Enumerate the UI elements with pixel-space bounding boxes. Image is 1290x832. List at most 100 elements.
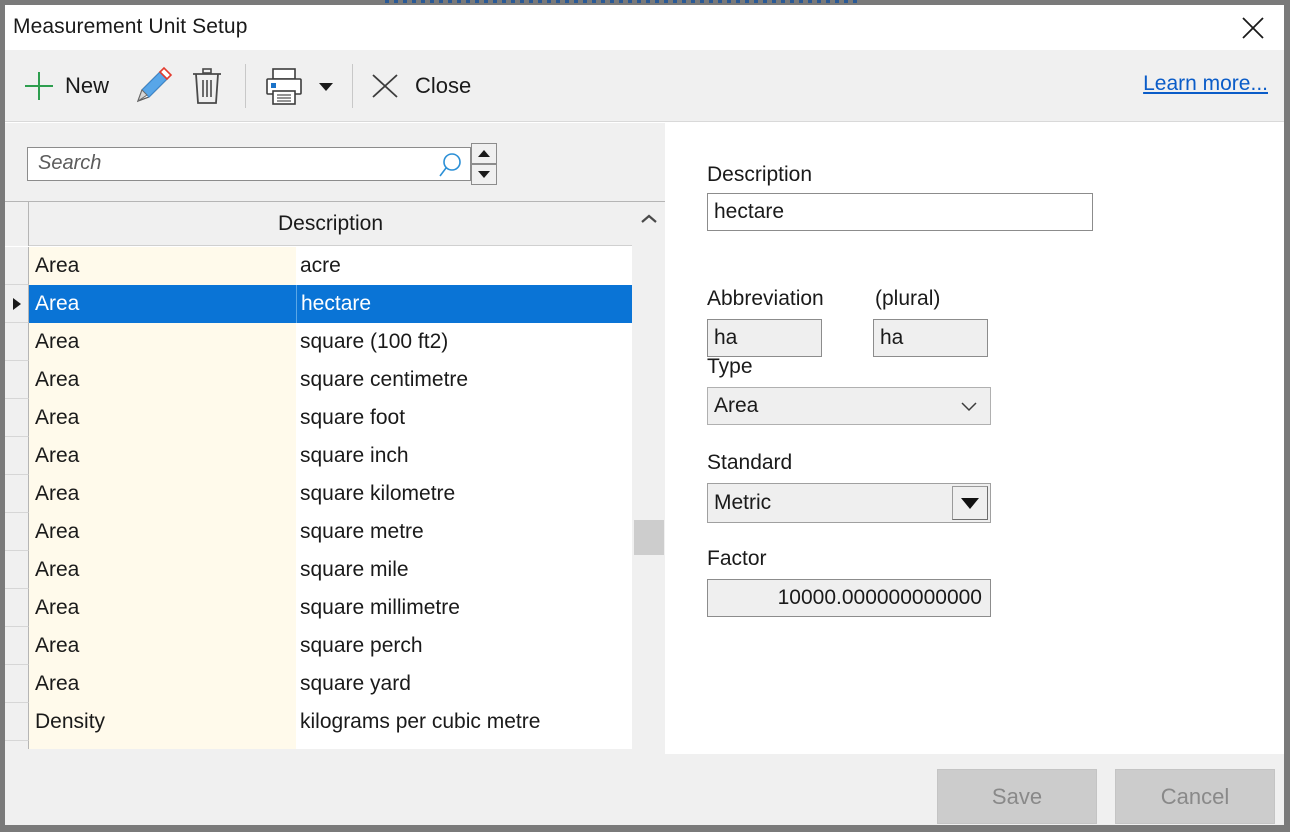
row-header-cell[interactable]	[5, 437, 29, 475]
new-button[interactable]: New	[19, 50, 109, 122]
new-button-label: New	[65, 73, 110, 98]
toolbar-separator-1	[245, 64, 246, 108]
delete-button[interactable]	[185, 50, 229, 122]
row-header-cell[interactable]	[5, 513, 29, 551]
row-header-cell[interactable]	[5, 665, 29, 703]
grid-header: Description	[5, 202, 632, 246]
current-row-marker-icon	[12, 297, 21, 310]
cell-description[interactable]: square (100 ft2)	[296, 323, 632, 361]
grid-vertical-scrollbar[interactable]	[632, 202, 665, 825]
table-row[interactable]: Area square kilometre	[5, 475, 632, 513]
chevron-down-icon	[319, 83, 333, 91]
table-row[interactable]: Area square inch	[5, 437, 632, 475]
cell-description[interactable]: square millimetre	[296, 589, 632, 627]
cell-type[interactable]: Area	[29, 399, 296, 437]
table-row[interactable]: Area square centimetre	[5, 361, 632, 399]
type-dropdown-value: Area	[714, 394, 759, 417]
cell-type[interactable]: Area	[29, 437, 296, 475]
close-icon	[1242, 17, 1264, 39]
plus-icon	[25, 72, 53, 100]
save-button[interactable]: Save	[937, 769, 1097, 824]
factor-field[interactable]: 10000.000000000000	[707, 579, 991, 617]
row-header-cell[interactable]	[5, 703, 29, 741]
background-window-dotted-line	[385, 0, 860, 3]
print-button[interactable]	[261, 50, 307, 122]
row-header-cell[interactable]	[5, 247, 29, 285]
description-field[interactable]: hectare	[707, 193, 1093, 231]
cell-type[interactable]: Area	[29, 513, 296, 551]
table-row[interactable]: Area square foot	[5, 399, 632, 437]
search-input-placeholder: Search	[38, 152, 102, 174]
unit-grid: Description Area acre Area hectare Area squar…	[5, 201, 665, 825]
cell-type[interactable]: Area	[29, 247, 296, 285]
cell-type[interactable]: Area	[29, 323, 296, 361]
table-row[interactable]: Area square yard	[5, 665, 632, 703]
table-row[interactable]: Area hectare	[5, 285, 632, 323]
trash-icon	[193, 68, 221, 104]
row-header-cell[interactable]	[5, 551, 29, 589]
plural-label: (plural)	[875, 287, 941, 310]
cell-description[interactable]: square inch	[296, 437, 632, 475]
close-button[interactable]: Close	[367, 50, 471, 122]
description-label: Description	[707, 163, 813, 186]
table-row[interactable]: Density kilograms per cubic metre	[5, 703, 632, 741]
cell-description[interactable]: square centimetre	[296, 361, 632, 399]
cell-description[interactable]: hectare	[296, 285, 632, 323]
cell-description[interactable]: square yard	[296, 665, 632, 703]
table-row[interactable]: Area square perch	[5, 627, 632, 665]
x-icon	[372, 74, 398, 98]
cell-description[interactable]: kilograms per cubic metre	[296, 703, 632, 741]
dialog-footer: Save Cancel	[665, 754, 1284, 825]
cell-description[interactable]: square kilometre	[296, 475, 632, 513]
search-spinner-down-button[interactable]	[471, 164, 497, 185]
scroll-up-button[interactable]	[632, 202, 665, 236]
abbreviation-field[interactable]: ha	[707, 319, 822, 357]
row-header-cell[interactable]	[5, 285, 29, 323]
edit-button[interactable]	[129, 50, 175, 122]
cell-description[interactable]: square foot	[296, 399, 632, 437]
standard-dropdown[interactable]: Metric	[707, 483, 991, 523]
table-row[interactable]: Area square metre	[5, 513, 632, 551]
row-header-cell[interactable]	[5, 627, 29, 665]
pencil-icon	[136, 66, 173, 103]
column-header-description[interactable]: Description	[29, 202, 632, 246]
search-spinner-up-button[interactable]	[471, 143, 497, 164]
print-dropdown-button[interactable]	[315, 50, 337, 122]
triangle-down-icon	[961, 497, 979, 509]
magnifier-icon[interactable]	[437, 151, 465, 179]
unit-list-panel: Search Description Area acre Area hectar…	[5, 123, 665, 825]
cell-type[interactable]: Density	[29, 703, 296, 741]
table-row[interactable]: Area square mile	[5, 551, 632, 589]
cell-description[interactable]: acre	[296, 247, 632, 285]
cell-description[interactable]: square mile	[296, 551, 632, 589]
type-dropdown[interactable]: Area	[707, 387, 991, 425]
measurement-unit-setup-window: Measurement Unit Setup New Close Learn m…	[0, 0, 1290, 832]
row-header-cell[interactable]	[5, 361, 29, 399]
cell-type[interactable]: Area	[29, 589, 296, 627]
cell-type[interactable]: Area	[29, 551, 296, 589]
cell-description[interactable]: square metre	[296, 513, 632, 551]
cell-type[interactable]: Area	[29, 361, 296, 399]
row-header-cell[interactable]	[5, 399, 29, 437]
cell-type[interactable]: Area	[29, 285, 296, 323]
printer-icon	[266, 68, 302, 105]
close-window-button[interactable]	[1236, 11, 1270, 45]
table-row[interactable]: Area square millimetre	[5, 589, 632, 627]
row-header-cell[interactable]	[5, 475, 29, 513]
cell-type[interactable]: Area	[29, 627, 296, 665]
scrollbar-thumb[interactable]	[634, 520, 664, 555]
title-bar: Measurement Unit Setup	[5, 5, 1284, 50]
table-row[interactable]: Area acre	[5, 247, 632, 285]
cell-description[interactable]: square perch	[296, 627, 632, 665]
cell-type[interactable]: Area	[29, 475, 296, 513]
search-input[interactable]: Search	[27, 147, 471, 181]
row-header-cell[interactable]	[5, 323, 29, 361]
standard-dropdown-button[interactable]	[952, 486, 988, 520]
factor-label: Factor	[707, 547, 767, 570]
cell-type[interactable]: Area	[29, 665, 296, 703]
learn-more-link[interactable]: Learn more...	[1143, 72, 1268, 96]
table-row[interactable]: Area square (100 ft2)	[5, 323, 632, 361]
cancel-button[interactable]: Cancel	[1115, 769, 1275, 824]
row-header-cell[interactable]	[5, 589, 29, 627]
plural-field[interactable]: ha	[873, 319, 988, 357]
